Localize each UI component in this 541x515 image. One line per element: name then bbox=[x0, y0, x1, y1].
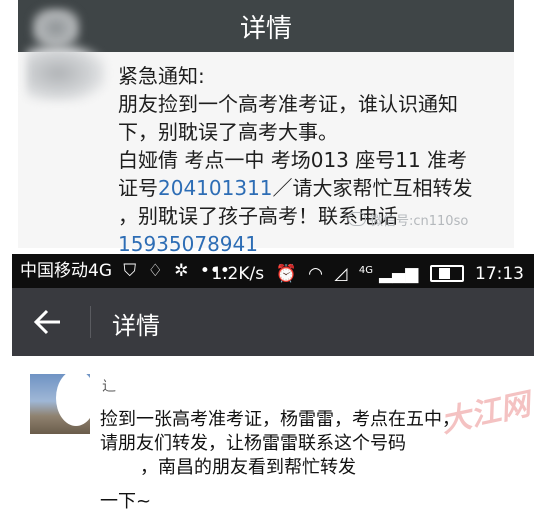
watermark-text: 微信号:cn110so bbox=[370, 214, 469, 229]
signal-off-icon: ◿ bbox=[334, 264, 348, 284]
message-line: 证号204101311／请大家帮忙互相转发 bbox=[118, 174, 508, 202]
back-arrow-icon[interactable] bbox=[32, 304, 64, 340]
battery-icon bbox=[429, 265, 464, 282]
wifi-icon: ◠ bbox=[308, 264, 323, 284]
avatar[interactable] bbox=[30, 374, 90, 434]
shield-icon: ⛉ bbox=[123, 261, 137, 281]
network-type: 4G bbox=[358, 265, 373, 276]
phone-link[interactable]: 15935078941 bbox=[118, 232, 258, 256]
exam-id-link[interactable]: 204101311 bbox=[158, 176, 273, 200]
status-right: 1.2K/s ⏰ ◠ ◿ 4G ▂▄▆ 17:13 bbox=[205, 254, 524, 291]
nav-bar: 详情 bbox=[12, 288, 534, 356]
blurred-avatar-top bbox=[32, 8, 80, 48]
clock: 17:13 bbox=[475, 264, 524, 284]
blurred-avatar bbox=[26, 44, 106, 102]
avatar-mask bbox=[56, 374, 90, 426]
chat-bubble-icon: ♢ bbox=[147, 261, 163, 281]
battery-fill bbox=[438, 268, 451, 279]
message-line: 下，别耽误了高考大事。 bbox=[118, 120, 338, 144]
message-line: ，南昌的朋友看到帮忙转发 bbox=[140, 457, 356, 478]
nav-divider bbox=[90, 306, 91, 338]
message-line: 朋友捡到一个高考准考证，谁认识通知 bbox=[118, 92, 458, 116]
sender-name: 辶 bbox=[102, 379, 116, 395]
wechat-icon bbox=[348, 212, 366, 226]
top-page-title: 详情 bbox=[239, 14, 292, 44]
network-speed: 1.2K/s bbox=[211, 264, 265, 284]
status-bar: 中国移动4G ⛉ ♢ ✲ ••• 1.2K/s ⏰ ◠ ◿ 4G ▂▄▆ 17:1… bbox=[12, 254, 534, 288]
exam-id-prefix: 证号 bbox=[118, 176, 158, 200]
page-title: 详情 bbox=[112, 312, 160, 340]
message-continuation: 一下~ bbox=[100, 491, 152, 512]
fan-icon: ✲ bbox=[174, 261, 189, 281]
message-line: 紧急通知: bbox=[118, 64, 205, 88]
carrier-label: 中国移动4G bbox=[20, 261, 112, 281]
status-left: 中国移动4G ⛉ ♢ ✲ ••• bbox=[20, 254, 230, 288]
exam-id-suffix: ／请大家帮忙互相转发 bbox=[272, 176, 473, 200]
wechat-watermark: 微信号:cn110so bbox=[348, 210, 468, 229]
alarm-icon: ⏰ bbox=[275, 264, 297, 284]
signal-icon: ▂▄▆ bbox=[378, 264, 419, 284]
message-line: 白娅倩 考点一中 考场013 座号11 准考 bbox=[118, 148, 468, 172]
